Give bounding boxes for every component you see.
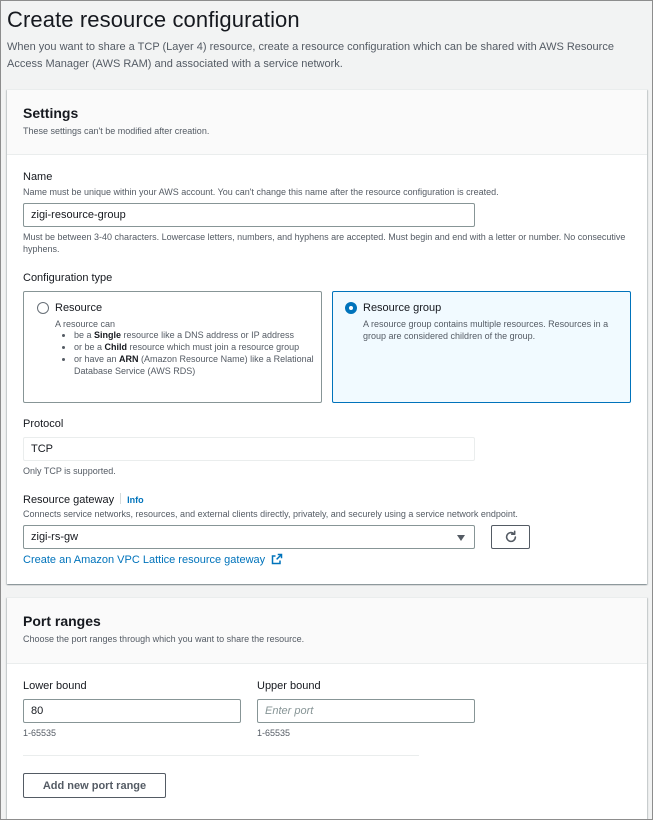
radio-resource-group[interactable]	[345, 302, 357, 314]
list-item: be a Single resource like a DNS address …	[74, 329, 317, 341]
port-ranges-header: Port ranges Choose the port ranges throu…	[7, 598, 647, 664]
name-label: Name	[23, 171, 53, 183]
page-description: When you want to share a TCP (Layer 4) r…	[7, 41, 614, 70]
configuration-type-label: Configuration type	[23, 272, 113, 284]
list-item: or be a Child resource which must join a…	[74, 341, 317, 353]
tile-resource-group-title: Resource group	[363, 302, 442, 314]
lower-bound-label: Lower bound	[23, 680, 87, 692]
caret-down-icon	[457, 535, 465, 541]
resource-gateway-select[interactable]: zigi-rs-gw	[23, 525, 475, 549]
info-link[interactable]: Info	[127, 495, 144, 505]
resource-gateway-label-row: Resource gateway Info	[23, 493, 144, 506]
label-divider	[120, 493, 122, 504]
tile-resource-group[interactable]: Resource group A resource group contains…	[332, 291, 631, 403]
resource-gateway-description: Connects service networks, resources, an…	[23, 509, 518, 519]
create-resource-gateway-link-text: Create an Amazon VPC Lattice resource ga…	[23, 554, 266, 566]
add-port-range-button[interactable]: Add new port range	[23, 773, 166, 798]
refresh-icon	[505, 530, 516, 543]
settings-panel: Settings These settings can't be modifie…	[7, 89, 647, 584]
external-link-icon	[271, 553, 283, 565]
page-title: Create resource configuration	[7, 7, 300, 32]
port-ranges-subtitle: Choose the port ranges through which you…	[23, 634, 305, 644]
tile-resource-group-description: A resource group contains multiple resou…	[363, 319, 609, 341]
radio-resource[interactable]	[37, 302, 49, 314]
settings-header: Settings These settings can't be modifie…	[7, 90, 647, 155]
settings-subtitle: These settings can't be modified after c…	[23, 126, 210, 136]
port-ranges-divider	[23, 755, 419, 756]
upper-bound-input[interactable]: Enter port	[257, 699, 475, 723]
settings-title: Settings	[23, 105, 79, 121]
upper-bound-label: Upper bound	[257, 680, 321, 692]
lower-bound-hint: 1-65535	[23, 728, 57, 738]
port-ranges-title: Port ranges	[23, 613, 101, 629]
tile-resource[interactable]: Resource A resource can be a Single reso…	[23, 291, 322, 403]
protocol-label: Protocol	[23, 418, 64, 430]
resource-gateway-label: Resource gateway	[23, 494, 115, 506]
port-ranges-panel: Port ranges Choose the port ranges throu…	[7, 597, 647, 820]
list-item: or have an ARN (Amazon Resource Name) li…	[74, 353, 317, 377]
protocol-field: TCP	[23, 437, 475, 461]
name-input[interactable]: zigi-resource-group	[23, 203, 475, 227]
resource-gateway-value: zigi-rs-gw	[31, 531, 79, 543]
lower-bound-input[interactable]: 80	[23, 699, 241, 723]
create-resource-gateway-link[interactable]: Create an Amazon VPC Lattice resource ga…	[23, 553, 283, 566]
name-constraint: Must be between 3-40 characters. Lowerca…	[23, 232, 626, 254]
tile-resource-title: Resource	[55, 302, 103, 314]
refresh-button[interactable]	[491, 525, 530, 549]
upper-bound-hint: 1-65535	[257, 728, 291, 738]
protocol-hint: Only TCP is supported.	[23, 466, 116, 476]
name-description: Name must be unique within your AWS acco…	[23, 187, 499, 197]
tile-resource-bullets: be a Single resource like a DNS address …	[55, 329, 317, 377]
